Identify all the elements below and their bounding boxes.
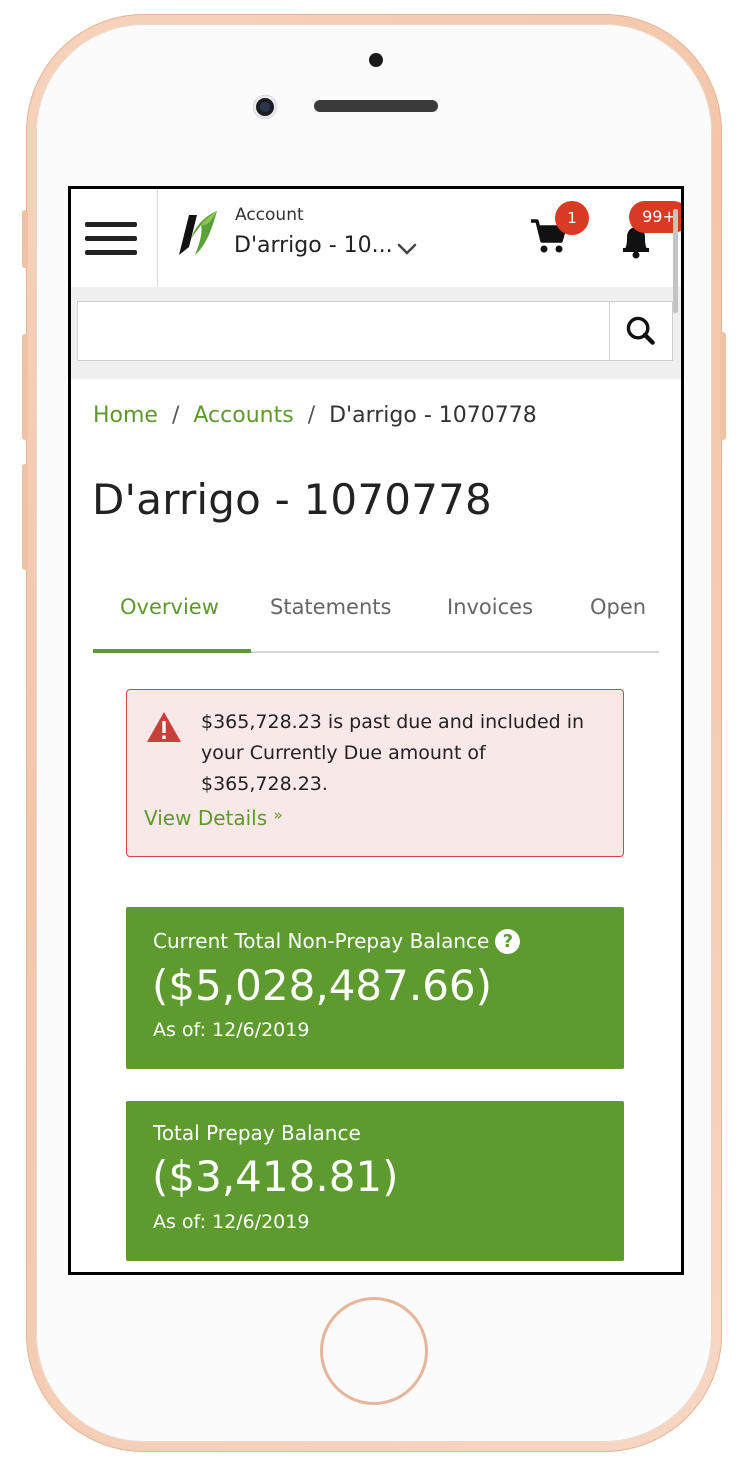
balance-label: Total Prepay Balance xyxy=(153,1121,361,1145)
balance-value: ($5,028,487.66) xyxy=(152,961,493,1010)
breadcrumb-accounts-link[interactable]: Accounts xyxy=(193,403,293,428)
menu-button[interactable] xyxy=(71,189,158,287)
tab-overview[interactable]: Overview xyxy=(120,595,219,619)
app-screen: Account D'arrigo - 10... 1 99+ Home / Ac… xyxy=(68,186,684,1275)
balance-value: ($3,418.81) xyxy=(152,1152,399,1201)
tab-statements[interactable]: Statements xyxy=(270,595,391,619)
front-camera xyxy=(253,95,277,119)
account-label: Account xyxy=(235,205,304,225)
home-button[interactable] xyxy=(320,1297,428,1405)
chevron-down-icon[interactable] xyxy=(395,237,419,261)
balance-label-wrap: Current Total Non-Prepay Balance? xyxy=(153,929,521,954)
prepay-balance-card: Total Prepay Balance ($3,418.81) As of: … xyxy=(126,1101,624,1261)
alert-message: $365,728.23 is past due and included in … xyxy=(201,711,585,795)
breadcrumb: Home / Accounts / D'arrigo - 1070778 xyxy=(93,403,537,428)
view-details-link[interactable]: View Details » xyxy=(144,806,283,830)
power-button xyxy=(720,332,726,440)
search-button[interactable] xyxy=(609,301,673,361)
question-circle-icon[interactable]: ? xyxy=(495,929,521,954)
volume-down-button xyxy=(22,464,28,570)
scrollbar[interactable] xyxy=(673,209,678,313)
balance-as-of: As of: 12/6/2019 xyxy=(153,1211,310,1233)
proximity-sensor xyxy=(369,53,383,67)
hamburger-icon xyxy=(85,222,137,227)
tab-invoices[interactable]: Invoices xyxy=(447,595,533,619)
breadcrumb-separator: / xyxy=(171,403,180,428)
account-tabs: Overview Statements Invoices Open xyxy=(93,595,659,653)
earpiece-speaker xyxy=(314,100,438,112)
breadcrumb-home-link[interactable]: Home xyxy=(93,403,158,428)
n-leaf-logo[interactable] xyxy=(177,209,219,257)
hamburger-icon xyxy=(85,236,137,241)
view-details-label: View Details xyxy=(144,806,268,830)
breadcrumb-separator: / xyxy=(307,403,316,428)
volume-up-button xyxy=(22,334,28,440)
warning-triangle-icon xyxy=(147,712,181,742)
search-bar xyxy=(71,287,681,379)
cart-count-badge: 1 xyxy=(555,201,589,235)
non-prepay-balance-card: Current Total Non-Prepay Balance? ($5,02… xyxy=(126,907,624,1069)
breadcrumb-current: D'arrigo - 1070778 xyxy=(329,403,537,428)
mute-switch xyxy=(22,210,28,268)
search-input[interactable] xyxy=(77,301,609,361)
double-chevron-right-icon: » xyxy=(273,806,283,824)
account-selector[interactable]: D'arrigo - 10... xyxy=(234,233,393,258)
app-header: Account D'arrigo - 10... 1 99+ xyxy=(71,189,681,287)
balance-as-of: As of: 12/6/2019 xyxy=(153,1019,310,1041)
hamburger-icon xyxy=(85,250,137,255)
past-due-alert: $365,728.23 is past due and included in … xyxy=(126,689,624,857)
active-tab-indicator xyxy=(93,649,251,653)
tab-open[interactable]: Open xyxy=(590,595,646,619)
balance-label: Current Total Non-Prepay Balance xyxy=(153,929,490,953)
search-icon xyxy=(626,316,655,345)
page-title: D'arrigo - 1070778 xyxy=(92,475,492,524)
